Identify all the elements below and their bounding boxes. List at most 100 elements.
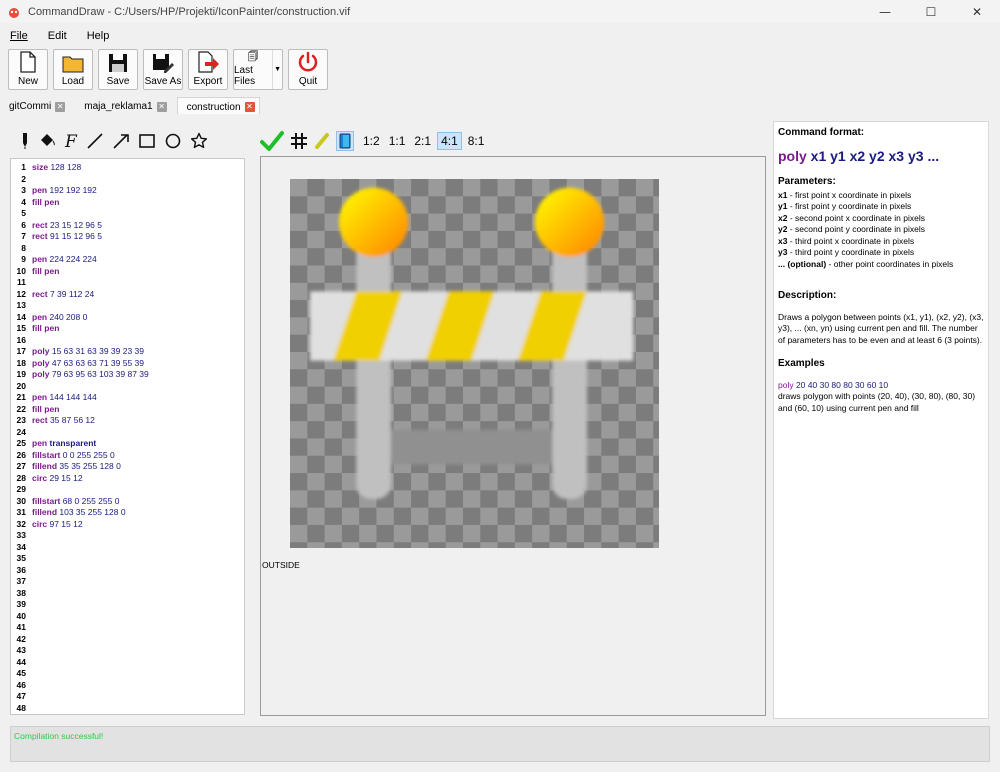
- zoom-8-1[interactable]: 8:1: [465, 133, 488, 149]
- code-line[interactable]: 2: [11, 174, 244, 186]
- menu-help[interactable]: Help: [77, 28, 120, 46]
- code-line[interactable]: 19 poly 79 63 95 63 103 39 87 39: [11, 369, 244, 381]
- line-number: 40: [16, 610, 26, 621]
- minimize-button[interactable]: —: [862, 0, 908, 23]
- code-line[interactable]: 33: [11, 530, 244, 542]
- menu-edit[interactable]: Edit: [38, 28, 77, 46]
- code-line[interactable]: 43: [11, 645, 244, 657]
- code-line[interactable]: 27 fillend 35 35 255 128 0: [11, 461, 244, 473]
- line-icon[interactable]: [86, 132, 104, 150]
- zoom-4-1[interactable]: 4:1: [437, 131, 462, 150]
- zoom-1-2[interactable]: 1:2: [360, 133, 383, 149]
- menu-file[interactable]: File: [0, 28, 38, 46]
- rectangle-icon[interactable]: [138, 132, 156, 150]
- code-line[interactable]: 5: [11, 208, 244, 220]
- code-line[interactable]: 17 poly 15 63 31 63 39 39 23 39: [11, 346, 244, 358]
- code-line[interactable]: 23 rect 35 87 56 12: [11, 415, 244, 427]
- save-button[interactable]: Save: [98, 49, 138, 90]
- code-line[interactable]: 20: [11, 381, 244, 393]
- save-as-button[interactable]: Save As: [143, 49, 183, 90]
- code-arguments: 103 35 255 128 0: [57, 507, 126, 517]
- tab-construction[interactable]: construction ✕: [176, 97, 260, 114]
- parameters-heading: Parameters:: [778, 176, 836, 187]
- parameter-description: - other point coordinates in pixels: [826, 258, 954, 269]
- code-line[interactable]: 39: [11, 599, 244, 611]
- checkmark-icon[interactable]: [260, 130, 284, 152]
- code-line[interactable]: 29: [11, 484, 244, 496]
- code-line[interactable]: 40: [11, 611, 244, 623]
- line-number: 45: [16, 668, 26, 678]
- fill-bucket-icon[interactable]: [38, 132, 56, 150]
- code-line[interactable]: 38: [11, 588, 244, 600]
- code-line[interactable]: 25 pen transparent: [11, 438, 244, 450]
- code-line[interactable]: 44: [11, 657, 244, 669]
- code-line[interactable]: 14 pen 240 208 0: [11, 312, 244, 324]
- code-keyword: rect: [32, 219, 48, 230]
- code-line[interactable]: 13: [11, 300, 244, 312]
- code-arguments: 15 63 31 63 39 39 23 39: [49, 346, 145, 356]
- book-icon[interactable]: [336, 130, 354, 151]
- code-line[interactable]: 31 fillend 103 35 255 128 0: [11, 507, 244, 519]
- pen-icon[interactable]: [20, 132, 30, 150]
- grid-icon[interactable]: [290, 132, 308, 150]
- code-line[interactable]: 48: [11, 703, 244, 715]
- code-line[interactable]: 41: [11, 622, 244, 634]
- tab-close-icon[interactable]: ✕: [244, 102, 255, 112]
- arrow-icon[interactable]: [112, 132, 130, 150]
- zoom-1-1[interactable]: 1:1: [386, 133, 409, 149]
- code-editor[interactable]: 1 size 128 128 2 3 pen 192 192 192 4 fill pen 5…: [10, 158, 245, 715]
- close-window-button[interactable]: ✕: [954, 0, 1000, 23]
- drawing-canvas[interactable]: OUTSIDE: [260, 156, 766, 716]
- line-number: 48: [16, 702, 26, 713]
- code-line[interactable]: 32 circ 97 15 12: [11, 519, 244, 531]
- code-line[interactable]: 30 fillstart 68 0 255 255 0: [11, 496, 244, 508]
- code-line[interactable]: 36: [11, 565, 244, 577]
- code-line[interactable]: 21 pen 144 144 144: [11, 392, 244, 404]
- zoom-2-1[interactable]: 2:1: [411, 133, 434, 149]
- code-line[interactable]: 6 rect 23 15 12 96 5: [11, 220, 244, 232]
- code-line[interactable]: 1 size 128 128: [11, 162, 244, 174]
- example-description: draws polygon with points (20, 40), (30,…: [778, 391, 976, 413]
- code-line[interactable]: 3 pen 192 192 192: [11, 185, 244, 197]
- export-button[interactable]: Export: [188, 49, 228, 90]
- code-line[interactable]: 26 fillstart 0 0 255 255 0: [11, 450, 244, 462]
- load-button[interactable]: Load: [53, 49, 93, 90]
- code-line[interactable]: 16: [11, 335, 244, 347]
- parameter-item: x2 - second point x coordinate in pixels: [778, 213, 984, 225]
- code-keyword: fill pen: [32, 323, 60, 333]
- code-line[interactable]: 35: [11, 553, 244, 565]
- code-line[interactable]: 28 circ 29 15 12: [11, 473, 244, 485]
- code-line[interactable]: 18 poly 47 63 63 63 71 39 55 39: [11, 358, 244, 370]
- code-line[interactable]: 11: [11, 277, 244, 289]
- code-line[interactable]: 15 fill pen: [11, 323, 244, 335]
- code-line[interactable]: 46: [11, 680, 244, 692]
- code-line[interactable]: 45: [11, 668, 244, 680]
- code-line[interactable]: 34: [11, 542, 244, 554]
- last-files-button[interactable]: Last Files ▼: [233, 49, 283, 90]
- code-line[interactable]: 47: [11, 691, 244, 703]
- code-line[interactable]: 12 rect 7 39 112 24: [11, 289, 244, 301]
- highlighter-icon[interactable]: [314, 132, 330, 150]
- tab-close-icon[interactable]: ✕: [55, 101, 66, 112]
- star-icon[interactable]: [190, 132, 208, 150]
- code-line[interactable]: 10 fill pen: [11, 266, 244, 278]
- code-line[interactable]: 9 pen 224 224 224: [11, 254, 244, 266]
- quit-button[interactable]: Quit: [288, 49, 328, 90]
- code-line[interactable]: 37: [11, 576, 244, 588]
- code-line[interactable]: 4 fill pen: [11, 197, 244, 209]
- font-icon[interactable]: F: [64, 132, 78, 150]
- new-label: New: [17, 76, 38, 87]
- last-files-dropdown-arrow[interactable]: ▼: [273, 50, 282, 89]
- tab-gitcommi[interactable]: gitCommi ✕: [0, 97, 69, 114]
- tab-maja-reklama1[interactable]: maja_reklama1 ✕: [75, 97, 170, 114]
- line-number: 12: [16, 288, 26, 299]
- tab-close-icon[interactable]: ✕: [156, 101, 167, 112]
- code-line[interactable]: 24: [11, 427, 244, 439]
- code-line[interactable]: 22 fill pen: [11, 404, 244, 416]
- code-line[interactable]: 8: [11, 243, 244, 255]
- maximize-button[interactable]: ☐: [908, 0, 954, 23]
- circle-icon[interactable]: [164, 132, 182, 150]
- new-button[interactable]: New: [8, 49, 48, 90]
- code-line[interactable]: 42: [11, 634, 244, 646]
- code-line[interactable]: 7 rect 91 15 12 96 5: [11, 231, 244, 243]
